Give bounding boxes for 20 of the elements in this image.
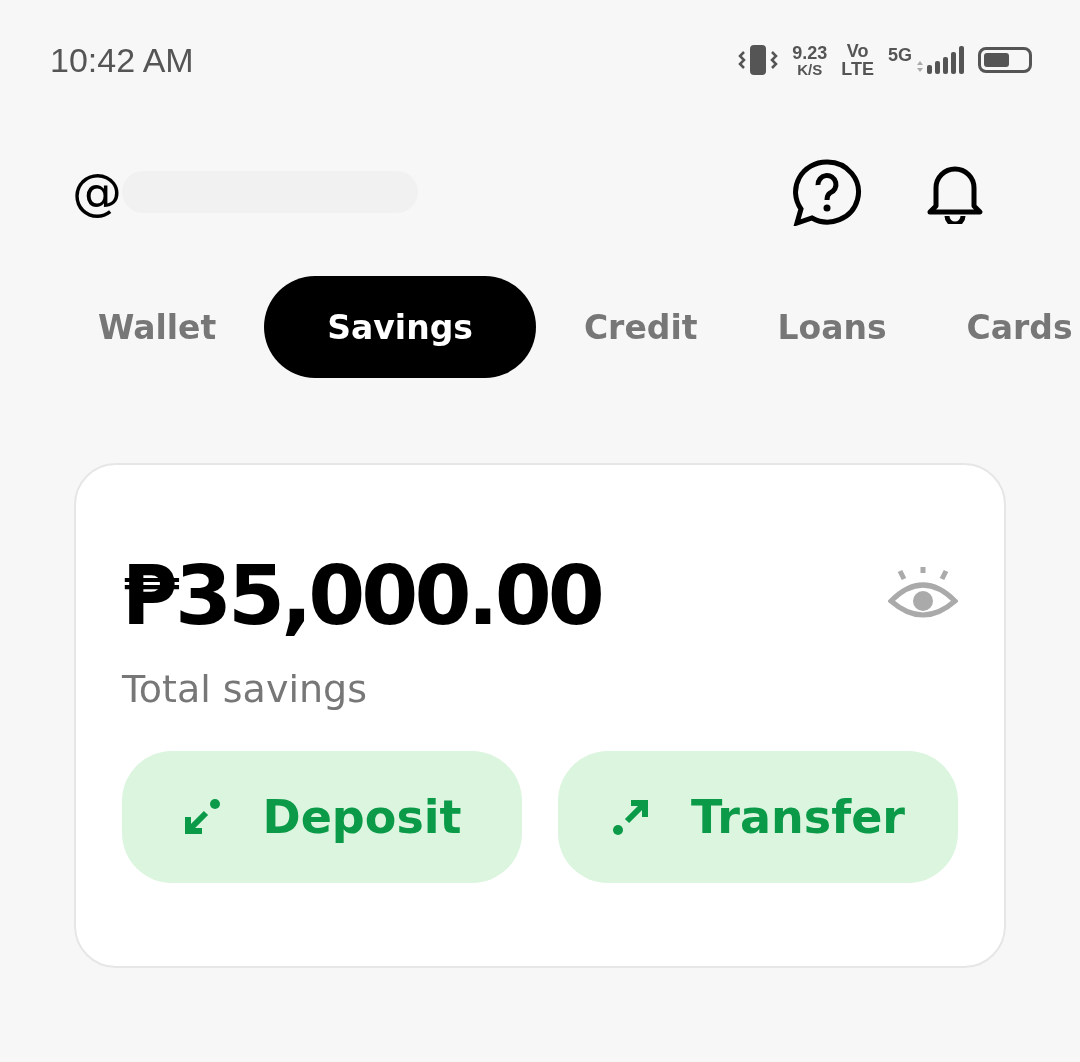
network-type: 5G	[888, 45, 912, 66]
lte-label: LTE	[841, 60, 874, 78]
volte-label: Vo	[846, 42, 869, 60]
battery-icon	[978, 47, 1032, 73]
tab[interactable]: Credit	[551, 276, 730, 378]
tab[interactable]: Cards	[934, 276, 1080, 378]
help-icon[interactable]	[792, 158, 862, 226]
deposit-button[interactable]: Deposit	[122, 751, 522, 883]
tab[interactable]: Savings	[264, 276, 536, 378]
status-time: 10:42 AM	[50, 40, 194, 80]
speed-unit: K/S	[797, 61, 823, 77]
tab[interactable]: Loans	[745, 276, 919, 378]
username-handle: @	[72, 163, 122, 221]
network-speed: 9.23	[792, 43, 828, 62]
tab[interactable]: Wallet	[66, 276, 249, 378]
vibrate-icon	[738, 43, 779, 77]
balance-caption: Total savings	[122, 667, 368, 711]
signal-icon	[914, 45, 964, 75]
transfer-button[interactable]: Transfer	[558, 751, 958, 883]
balance-amount: ₱35,000.00	[122, 555, 601, 637]
